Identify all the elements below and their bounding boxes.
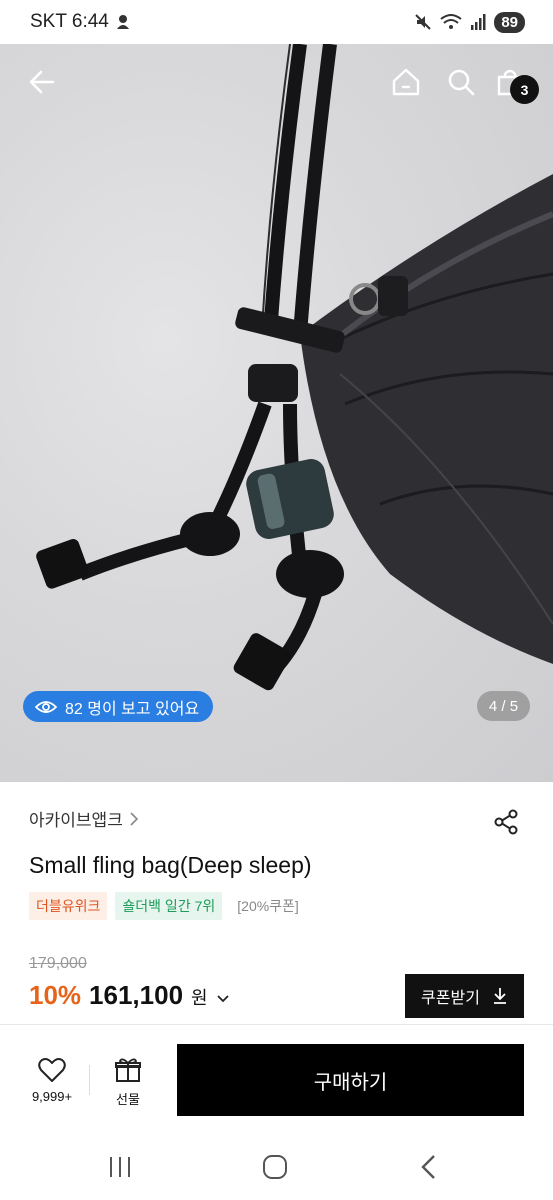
viewers-text: 82 명이 보고 있어요	[65, 700, 200, 718]
gift-label: 선물	[116, 1092, 140, 1107]
home-icon	[392, 68, 420, 96]
coupon-download-button[interactable]: 쿠폰받기	[405, 974, 524, 1018]
viewers-badge: 82 명이 보고 있어요	[23, 691, 214, 722]
image-pager: 4 / 5	[477, 691, 530, 721]
share-button[interactable]	[492, 808, 520, 841]
mute-icon	[415, 14, 432, 30]
separator	[89, 1065, 90, 1095]
discount-rate: 10%	[29, 980, 82, 1010]
download-icon	[493, 988, 506, 1004]
top-navigation	[0, 44, 553, 120]
product-tags: 더블유위크 숄더백 일간 7위 [20%쿠폰]	[29, 892, 306, 920]
like-button[interactable]: 9,999+	[22, 1057, 82, 1104]
home-system-button[interactable]	[262, 1154, 288, 1185]
product-photo	[36, 44, 553, 691]
tag-coupon: [20%쿠폰]	[237, 898, 299, 914]
notification-icon	[116, 15, 129, 29]
system-navigation-bar	[0, 1135, 553, 1200]
like-count: 9,999+	[31, 1089, 73, 1104]
carrier-time: SKT 6:44	[30, 11, 109, 32]
gift-icon	[115, 1058, 141, 1082]
buy-button[interactable]: 구매하기	[177, 1044, 524, 1116]
search-icon	[448, 69, 475, 96]
home-button[interactable]	[386, 62, 426, 102]
chevron-down-icon	[216, 995, 229, 1003]
back-arrow-icon	[29, 70, 55, 94]
tag-event: 더블유위크	[29, 892, 108, 920]
search-button[interactable]	[441, 62, 481, 102]
cart-count-badge: 3	[510, 75, 539, 104]
tag-ranking: 숄더백 일간 7위	[115, 892, 223, 920]
recent-apps-icon	[110, 1157, 130, 1177]
back-system-button[interactable]	[418, 1153, 440, 1186]
back-button[interactable]	[22, 62, 62, 102]
coupon-button-label: 쿠폰받기	[421, 990, 480, 1007]
price-row[interactable]: 10% 161,100 원	[29, 980, 230, 1011]
eye-icon	[35, 700, 57, 713]
chevron-right-icon	[130, 811, 138, 826]
product-image-carousel[interactable]: 3 82 명이 보고 있어요 4 / 5	[0, 44, 553, 782]
sale-price: 161,100	[89, 980, 184, 1010]
status-bar: SKT 6:44 89	[0, 0, 553, 44]
product-title: Small fling bag(Deep sleep)	[29, 852, 312, 878]
gift-button[interactable]: 선물	[103, 1057, 153, 1108]
wifi-icon	[440, 14, 462, 29]
signal-icon	[471, 14, 486, 30]
heart-icon	[38, 1058, 66, 1082]
brand-name: 아카이브앱크	[29, 811, 123, 830]
brand-link[interactable]: 아카이브앱크	[29, 806, 139, 831]
currency-label: 원	[191, 988, 208, 1008]
recent-apps-button[interactable]	[108, 1155, 132, 1184]
original-price: 179,000	[29, 955, 87, 972]
back-chevron-icon	[421, 1155, 435, 1179]
battery-indicator: 89	[494, 11, 525, 33]
home-circle-icon	[263, 1155, 287, 1179]
share-icon	[494, 809, 518, 835]
